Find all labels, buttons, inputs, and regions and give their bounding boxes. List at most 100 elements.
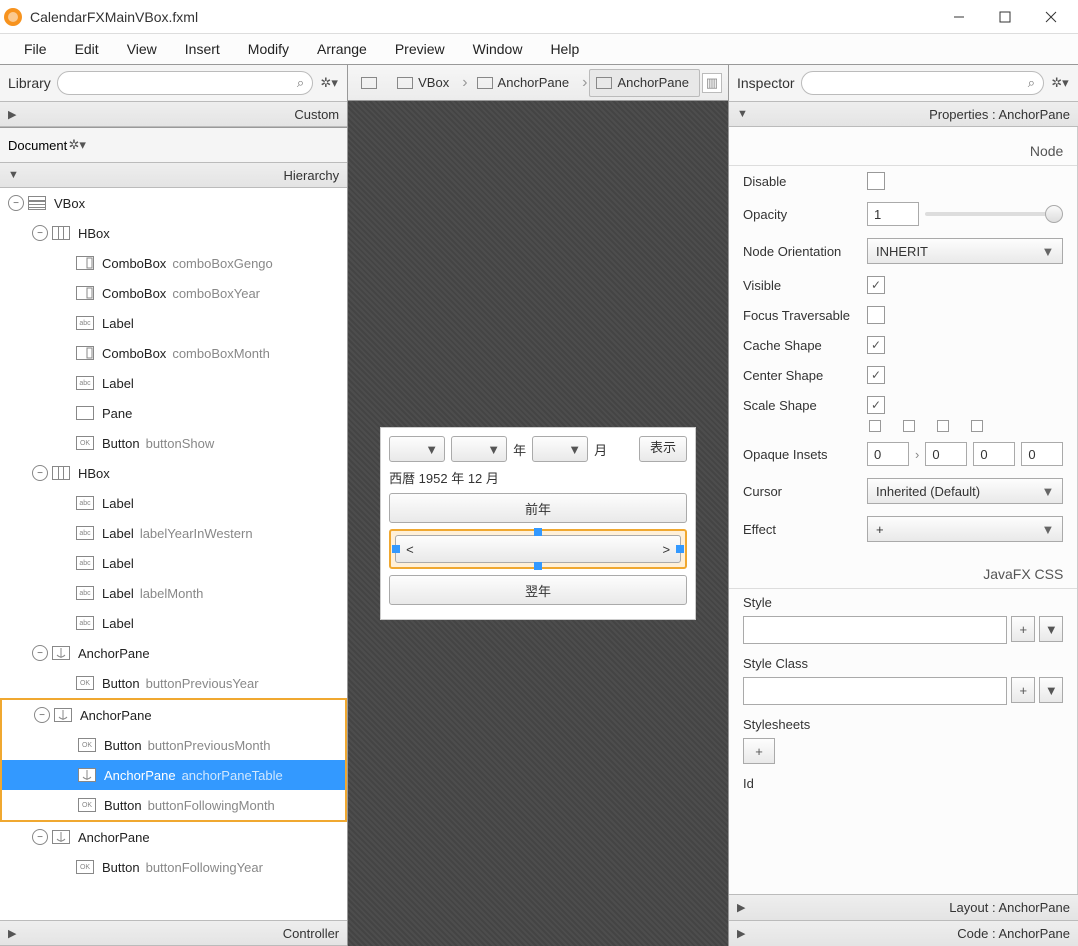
section-node: Node <box>729 137 1077 166</box>
inset-link-checkbox[interactable] <box>903 420 915 432</box>
window-title: CalendarFXMainVBox.fxml <box>30 9 936 25</box>
tree-item[interactable]: OKButtonbuttonShow <box>0 428 347 458</box>
style-add-button[interactable]: + <box>1011 616 1035 642</box>
close-button[interactable] <box>1028 2 1074 32</box>
inset-link-checkbox[interactable] <box>937 420 949 432</box>
tree-item[interactable]: abcLabellabelMonth <box>0 578 347 608</box>
disable-checkbox[interactable] <box>867 172 885 190</box>
focus-checkbox[interactable] <box>867 306 885 324</box>
resize-handle[interactable] <box>676 545 684 553</box>
tree-item[interactable]: abcLabel <box>0 368 347 398</box>
inset-link-checkbox[interactable] <box>869 420 881 432</box>
menu-modify[interactable]: Modify <box>234 35 303 63</box>
design-canvas[interactable]: ▼ ▼ 年 ▼ 月 表示 西暦 1952 年 12 月 前年 < > <box>348 101 728 946</box>
code-section[interactable]: ▶Code : AnchorPane <box>729 920 1078 946</box>
library-custom-section[interactable]: ▶ Custom <box>0 101 347 127</box>
menu-view[interactable]: View <box>113 35 171 63</box>
inspector-search[interactable]: ⌕ <box>801 71 1044 95</box>
breadcrumb-end-icon[interactable]: ▥ <box>702 73 722 93</box>
opaque-inset-bottom[interactable]: 0 <box>973 442 1015 466</box>
tree-item[interactable]: abcLabel <box>0 488 347 518</box>
opaque-inset-top[interactable]: 0 <box>867 442 909 466</box>
tree-item[interactable]: abcLabellabelYearInWestern <box>0 518 347 548</box>
visible-checkbox[interactable]: ✓ <box>867 276 885 294</box>
breadcrumb-anchorpane-1[interactable]: AnchorPane <box>470 69 581 97</box>
stylesheets-add-button[interactable]: + <box>743 738 775 764</box>
content-panel: VBox › AnchorPane › AnchorPane ▥ ▼ ▼ 年 ▼… <box>348 64 728 946</box>
opaque-inset-left[interactable]: 0 <box>1021 442 1063 466</box>
menu-insert[interactable]: Insert <box>171 35 234 63</box>
tree-item[interactable]: −AnchorPane <box>0 822 347 852</box>
button-prev-year[interactable]: 前年 <box>389 493 687 523</box>
selected-anchorpane[interactable]: < > <box>389 529 687 569</box>
opaque-inset-right[interactable]: 0 <box>925 442 967 466</box>
resize-handle[interactable] <box>534 562 542 570</box>
breadcrumb-vbox[interactable]: VBox <box>390 69 460 97</box>
library-menu-button[interactable]: ✲▾ <box>319 73 339 93</box>
inspector-panel: Inspector ⌕ ✲▾ ▼ Properties : AnchorPane… <box>728 64 1078 946</box>
tree-item[interactable]: −HBox <box>0 458 347 488</box>
button-next-month[interactable]: > <box>662 542 670 557</box>
breadcrumb-anchorpane-2[interactable]: AnchorPane <box>589 69 700 97</box>
breadcrumb-root-icon[interactable] <box>354 69 388 97</box>
properties-section[interactable]: ▼ Properties : AnchorPane <box>729 101 1078 127</box>
center-shape-checkbox[interactable]: ✓ <box>867 366 885 384</box>
minimize-button[interactable] <box>936 2 982 32</box>
style-menu-button[interactable]: ▼ <box>1039 616 1063 642</box>
cache-shape-checkbox[interactable]: ✓ <box>867 336 885 354</box>
tree-item[interactable]: Pane <box>0 398 347 428</box>
tree-item[interactable]: ComboBoxcomboBoxGengo <box>0 248 347 278</box>
tree-item[interactable]: abcLabel <box>0 608 347 638</box>
tree-item[interactable]: −VBox <box>0 188 347 218</box>
styleclass-add-button[interactable]: + <box>1011 677 1035 703</box>
menu-window[interactable]: Window <box>459 35 537 63</box>
combo-gengo[interactable]: ▼ <box>389 436 445 462</box>
opacity-input[interactable]: 1 <box>867 202 919 226</box>
combo-year[interactable]: ▼ <box>451 436 507 462</box>
hierarchy-section[interactable]: ▼ Hierarchy <box>0 162 347 188</box>
menu-help[interactable]: Help <box>536 35 593 63</box>
tree-item[interactable]: OKButtonbuttonPreviousMonth <box>2 730 345 760</box>
combo-month[interactable]: ▼ <box>532 436 588 462</box>
inspector-header: Inspector ⌕ ✲▾ <box>729 65 1078 101</box>
resize-handle[interactable] <box>534 528 542 536</box>
resize-handle[interactable] <box>392 545 400 553</box>
menu-edit[interactable]: Edit <box>61 35 113 63</box>
document-menu-button[interactable]: ✲▾ <box>67 135 87 155</box>
tree-item[interactable]: −HBox <box>0 218 347 248</box>
library-search[interactable]: ⌕ <box>57 71 313 95</box>
button-prev-month[interactable]: < <box>406 542 414 557</box>
controller-section[interactable]: ▶ Controller <box>0 920 347 946</box>
tree-item[interactable]: ComboBoxcomboBoxMonth <box>0 338 347 368</box>
button-next-year[interactable]: 翌年 <box>389 575 687 605</box>
tree-item[interactable]: −AnchorPane <box>2 700 345 730</box>
tree-item[interactable]: abcLabel <box>0 548 347 578</box>
menu-preview[interactable]: Preview <box>381 35 459 63</box>
date-label: 西暦 1952 年 12 月 <box>389 468 687 487</box>
inset-link-checkbox[interactable] <box>971 420 983 432</box>
style-input[interactable] <box>743 616 1007 644</box>
tree-item[interactable]: OKButtonbuttonFollowingMonth <box>2 790 345 820</box>
menu-arrange[interactable]: Arrange <box>303 35 381 63</box>
effect-dropdown[interactable]: +▼ <box>867 516 1063 542</box>
cursor-dropdown[interactable]: Inherited (Default)▼ <box>867 478 1063 504</box>
tree-item[interactable]: OKButtonbuttonPreviousYear <box>0 668 347 698</box>
tree-item[interactable]: AnchorPaneanchorPaneTable <box>2 760 345 790</box>
button-show[interactable]: 表示 <box>639 436 687 462</box>
layout-section[interactable]: ▶Layout : AnchorPane <box>729 894 1078 920</box>
inspector-menu-button[interactable]: ✲▾ <box>1050 73 1070 93</box>
collapse-icon: ▼ <box>737 108 748 120</box>
maximize-button[interactable] <box>982 2 1028 32</box>
tree-item[interactable]: ComboBoxcomboBoxYear <box>0 278 347 308</box>
menu-file[interactable]: File <box>10 35 61 63</box>
opacity-slider[interactable] <box>925 212 1063 216</box>
styleclass-input[interactable] <box>743 677 1007 705</box>
section-css: JavaFX CSS <box>729 560 1077 589</box>
styleclass-menu-button[interactable]: ▼ <box>1039 677 1063 703</box>
hierarchy-tree[interactable]: −VBox−HBoxComboBoxcomboBoxGengoComboBoxc… <box>0 188 347 920</box>
node-orientation-dropdown[interactable]: INHERIT▼ <box>867 238 1063 264</box>
scale-shape-checkbox[interactable]: ✓ <box>867 396 885 414</box>
tree-item[interactable]: −AnchorPane <box>0 638 347 668</box>
tree-item[interactable]: OKButtonbuttonFollowingYear <box>0 852 347 882</box>
tree-item[interactable]: abcLabel <box>0 308 347 338</box>
